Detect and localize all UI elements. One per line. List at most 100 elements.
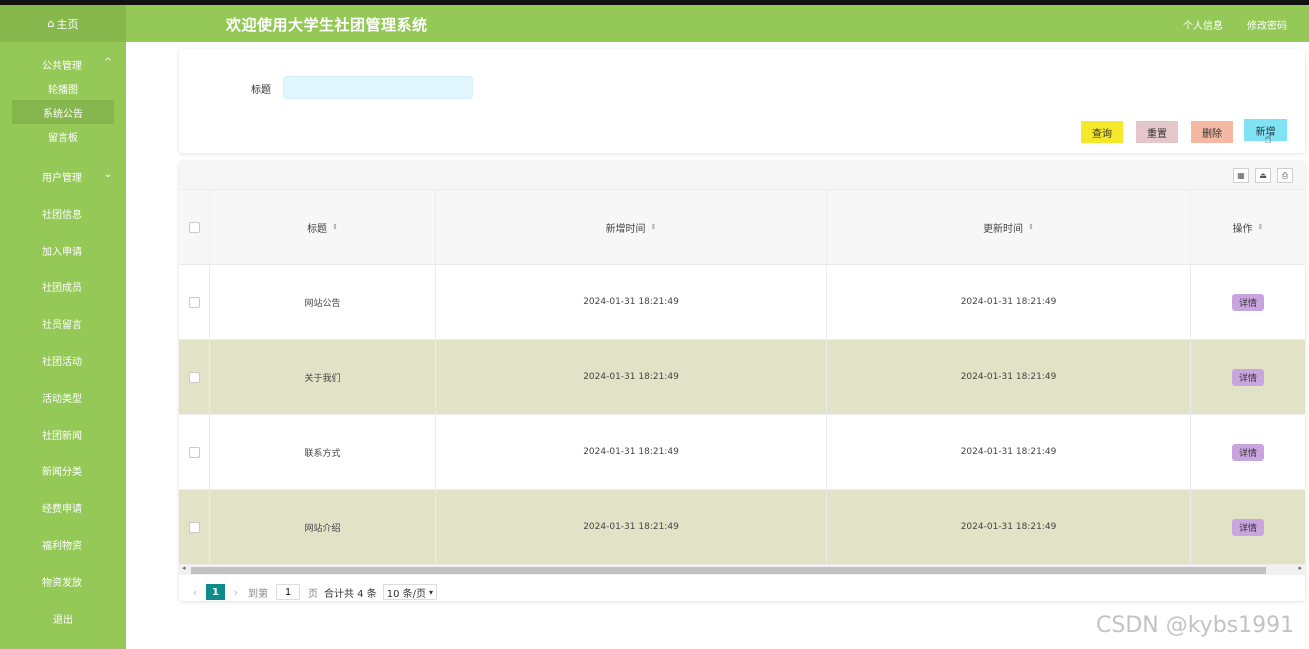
horizontal-scrollbar[interactable]: ◂ ▸ xyxy=(179,564,1305,575)
search-title-label: 标题 xyxy=(251,85,271,96)
row-checkbox[interactable] xyxy=(188,446,200,458)
sidebar-group-label: 用户管理 xyxy=(42,172,82,184)
sidebar-item-logout[interactable]: 退出 xyxy=(0,600,126,637)
scroll-left-icon[interactable]: ◂ xyxy=(182,564,186,572)
table-header: 标题 ⇕ 新增时间 ⇕ 更新时间 ⇕ 操作 ⇕ xyxy=(179,190,1305,265)
page-suffix-label: 页 xyxy=(308,588,318,600)
sidebar-item-funding-request[interactable]: 经费申请 xyxy=(0,489,126,526)
sidebar-item-club-info[interactable]: 社团信息 xyxy=(0,195,126,232)
sort-icon[interactable]: ⇕ xyxy=(651,223,657,231)
row-checkbox[interactable] xyxy=(188,521,200,533)
cell-created: 2024-01-31 18:21:49 xyxy=(436,415,827,489)
table-toolbar: ▦ ⏏ ⎙ xyxy=(179,161,1305,190)
scrollbar-thumb[interactable] xyxy=(191,567,1266,574)
column-header-label: 新增时间 xyxy=(605,223,646,235)
sidebar-item-activity-types[interactable]: 活动类型 xyxy=(0,379,126,416)
query-button[interactable]: 查询 xyxy=(1081,121,1123,143)
detail-button[interactable]: 详情 xyxy=(1232,293,1264,311)
table-row: 网站公告 2024-01-31 18:21:49 2024-01-31 18:2… xyxy=(179,265,1305,340)
chevron-down-icon: ⌄ xyxy=(103,169,112,180)
sidebar-item-message-board[interactable]: 留言板 xyxy=(0,124,126,148)
sort-icon[interactable]: ⇕ xyxy=(1028,223,1034,231)
cell-actions: 详情 xyxy=(1191,490,1305,564)
scroll-right-icon[interactable]: ▸ xyxy=(1298,564,1302,572)
header-checkbox-cell xyxy=(179,190,210,264)
cell-created: 2024-01-31 18:21:49 xyxy=(436,490,827,564)
sort-icon[interactable]: ⇕ xyxy=(332,223,338,231)
cell-created: 2024-01-31 18:21:49 xyxy=(436,340,827,414)
detail-button[interactable]: 详情 xyxy=(1232,518,1264,536)
column-header-updated[interactable]: 更新时间 ⇕ xyxy=(827,190,1191,264)
cell-updated: 2024-01-31 18:21:49 xyxy=(827,490,1191,564)
columns-icon[interactable]: ▦ xyxy=(1233,168,1249,183)
cell-actions: 详情 xyxy=(1191,340,1305,414)
change-password-link[interactable]: 修改密码 xyxy=(1247,17,1287,32)
cell-actions: 详情 xyxy=(1191,265,1305,339)
table-panel: ▦ ⏏ ⎙ 标题 ⇕ 新增时间 ⇕ 更新时间 ⇕ 操作 ⇕ 网站公告 2024-01-3… xyxy=(179,161,1305,601)
sidebar-group-users[interactable]: 用户管理 ⌄ xyxy=(0,164,126,188)
detail-button[interactable]: 详情 xyxy=(1232,368,1264,386)
sort-icon[interactable]: ⇕ xyxy=(1258,223,1264,231)
row-checkbox-cell xyxy=(179,265,210,339)
sidebar-menu: 公共管理 ^ 轮播图 系统公告 留言板 用户管理 ⌄ 社团信息 加入申请 社团成… xyxy=(0,42,126,637)
cell-title: 网站公告 xyxy=(210,265,436,339)
table-row: 网站介绍 2024-01-31 18:21:49 2024-01-31 18:2… xyxy=(179,490,1305,565)
column-header-title[interactable]: 标题 ⇕ xyxy=(210,190,436,264)
pagination: ‹ 1 › 到第 页 合计共 4 条 10 条/页▾ xyxy=(187,583,438,601)
sidebar-home-label: 主页 xyxy=(56,17,79,31)
cell-actions: 详情 xyxy=(1191,415,1305,489)
profile-link[interactable]: 个人信息 xyxy=(1183,17,1223,32)
page-size-value: 10 条/页 xyxy=(386,588,427,600)
cell-title: 网站介绍 xyxy=(210,490,436,564)
sidebar-group-label: 公共管理 xyxy=(42,60,82,72)
home-icon: ⌂ xyxy=(47,17,55,30)
sidebar-item-welfare-supplies[interactable]: 福利物资 xyxy=(0,526,126,563)
column-header-actions[interactable]: 操作 ⇕ xyxy=(1191,190,1305,264)
row-checkbox-cell xyxy=(179,490,210,564)
sidebar-item-club-news[interactable]: 社团新闻 xyxy=(0,416,126,453)
column-header-label: 更新时间 xyxy=(983,223,1024,235)
export-icon[interactable]: ⏏ xyxy=(1255,168,1271,183)
table-row: 联系方式 2024-01-31 18:21:49 2024-01-31 18:2… xyxy=(179,415,1305,490)
top-header: 欢迎使用大学生社团管理系统 个人信息 修改密码 xyxy=(126,5,1309,42)
sidebar-item-supply-distribution[interactable]: 物资发放 xyxy=(0,563,126,600)
sidebar-item-join-request[interactable]: 加入申请 xyxy=(0,232,126,269)
sidebar-item-announcement[interactable]: 系统公告 xyxy=(12,100,114,124)
header-links: 个人信息 修改密码 xyxy=(1183,17,1287,32)
prev-page-icon[interactable]: ‹ xyxy=(187,586,203,599)
sidebar-item-news-category[interactable]: 新闻分类 xyxy=(0,453,126,490)
sidebar-item-member-messages[interactable]: 社员留言 xyxy=(0,305,126,342)
row-checkbox[interactable] xyxy=(188,371,200,383)
table-row: 关于我们 2024-01-31 18:21:49 2024-01-31 18:2… xyxy=(179,340,1305,415)
sidebar: ⌂ 主页 公共管理 ^ 轮播图 系统公告 留言板 用户管理 ⌄ 社团信息 加入申… xyxy=(0,5,126,649)
sidebar-item-club-members[interactable]: 社团成员 xyxy=(0,269,126,306)
row-checkbox[interactable] xyxy=(188,296,200,308)
cell-title: 联系方式 xyxy=(210,415,436,489)
sidebar-home[interactable]: ⌂ 主页 xyxy=(0,5,126,42)
reset-button[interactable]: 重置 xyxy=(1136,121,1178,143)
cell-updated: 2024-01-31 18:21:49 xyxy=(827,265,1191,339)
chevron-down-icon: ▾ xyxy=(429,587,434,597)
search-panel: 标题 查询 重置 删除 新增 ☝ xyxy=(179,49,1305,153)
select-all-checkbox[interactable] xyxy=(188,221,200,233)
total-count: 合计共 4 条 xyxy=(324,588,377,600)
watermark: CSDN @kybs1991 xyxy=(1096,613,1295,638)
search-title-input[interactable] xyxy=(283,76,473,99)
sidebar-group-public[interactable]: 公共管理 ^ xyxy=(0,52,126,76)
delete-button[interactable]: 删除 xyxy=(1191,121,1233,143)
page-number-current[interactable]: 1 xyxy=(206,584,225,600)
column-header-created[interactable]: 新增时间 ⇕ xyxy=(436,190,827,264)
next-page-icon[interactable]: › xyxy=(228,586,244,599)
row-checkbox-cell xyxy=(179,415,210,489)
goto-page-input[interactable] xyxy=(276,584,300,600)
print-icon[interactable]: ⎙ xyxy=(1277,168,1293,183)
row-checkbox-cell xyxy=(179,340,210,414)
detail-button[interactable]: 详情 xyxy=(1232,443,1264,461)
sidebar-item-club-activities[interactable]: 社团活动 xyxy=(0,342,126,379)
column-header-label: 操作 xyxy=(1232,223,1253,235)
sidebar-item-carousel[interactable]: 轮播图 xyxy=(0,76,126,100)
page-size-select[interactable]: 10 条/页 ▾ xyxy=(382,584,438,600)
cell-updated: 2024-01-31 18:21:49 xyxy=(827,340,1191,414)
cell-updated: 2024-01-31 18:21:49 xyxy=(827,415,1191,489)
page-title: 欢迎使用大学生社团管理系统 xyxy=(226,16,428,34)
